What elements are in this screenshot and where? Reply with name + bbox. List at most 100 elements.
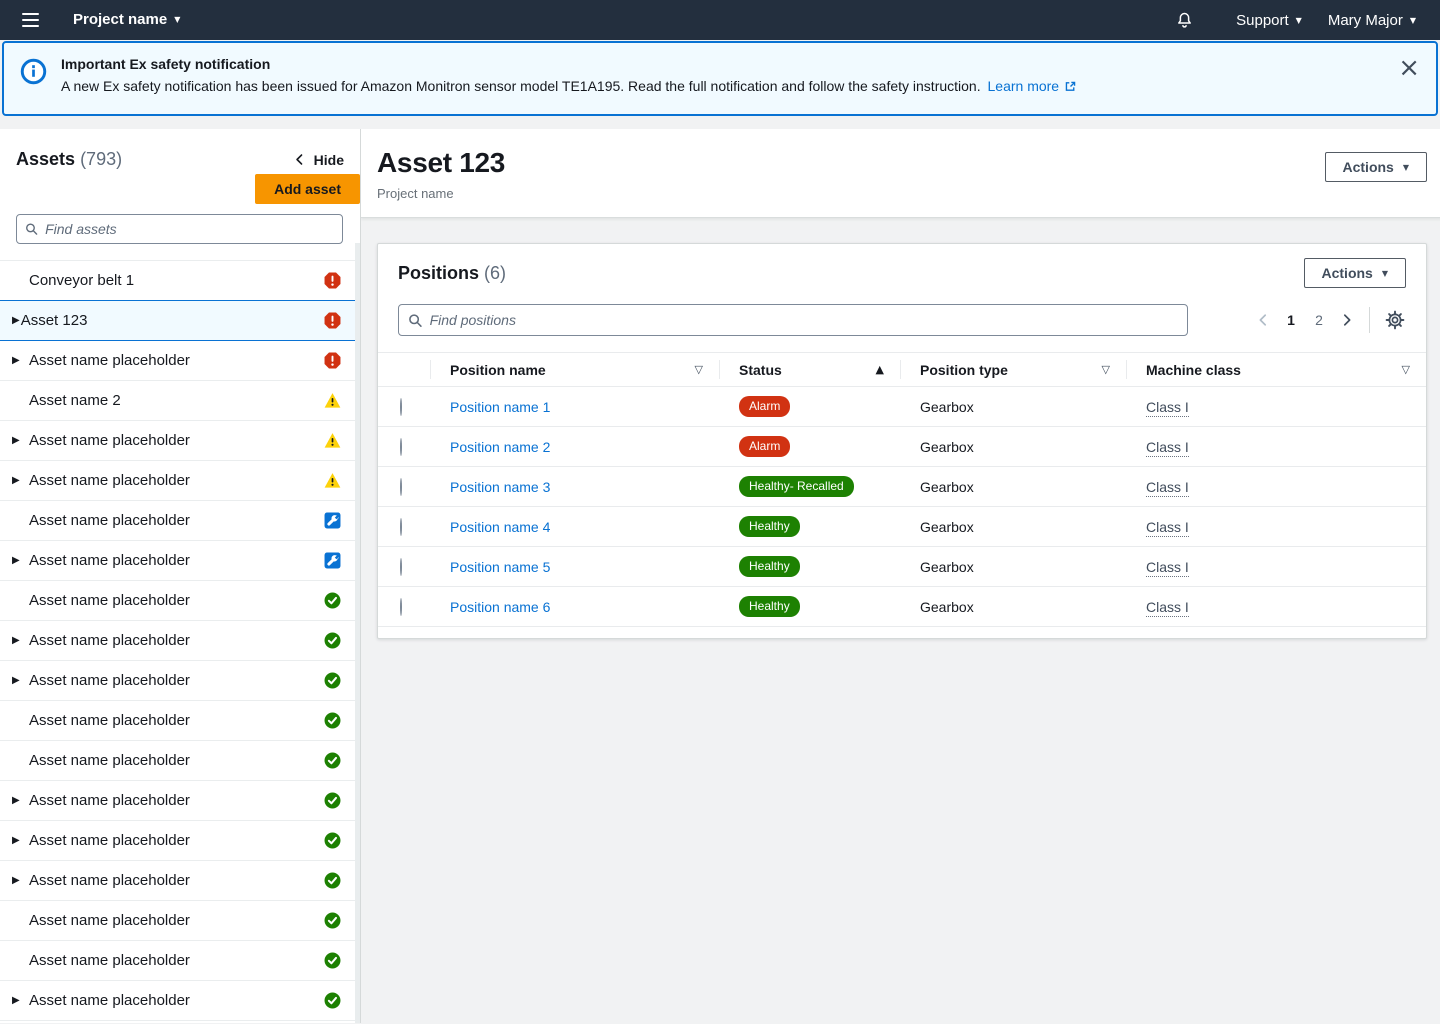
page-subtitle: Project name xyxy=(377,186,505,201)
find-assets-input[interactable] xyxy=(45,221,334,237)
position-name-link[interactable]: Position name 4 xyxy=(450,519,550,535)
machine-class[interactable]: Class I xyxy=(1146,559,1189,577)
asset-label: Asset name placeholder xyxy=(29,632,324,649)
expand-arrow-icon[interactable]: ▶ xyxy=(12,435,23,446)
hide-panel-button[interactable]: Hide xyxy=(293,152,344,168)
hamburger-menu-icon[interactable] xyxy=(14,7,47,33)
asset-label: Conveyor belt 1 xyxy=(29,272,324,289)
support-menu[interactable]: Support ▼ xyxy=(1230,8,1308,33)
pagination-previous-icon[interactable] xyxy=(1249,306,1277,334)
table-row: Position name 4 Healthy Gearbox Class I xyxy=(378,507,1426,547)
asset-list-item[interactable]: ▶ Asset name placeholder xyxy=(0,621,360,661)
row-radio[interactable] xyxy=(400,518,402,536)
asset-list-item[interactable]: ▶ Asset name placeholder xyxy=(0,821,360,861)
table-row: Position name 5 Healthy Gearbox Class I xyxy=(378,547,1426,587)
add-asset-button[interactable]: Add asset xyxy=(255,174,360,204)
project-name-menu[interactable]: Project name ▼ xyxy=(67,7,186,32)
row-radio[interactable] xyxy=(400,398,402,416)
position-name-link[interactable]: Position name 2 xyxy=(450,439,550,455)
row-radio[interactable] xyxy=(400,478,402,496)
search-icon xyxy=(408,313,423,328)
asset-list-item[interactable]: ▶ Conveyor belt 1 xyxy=(0,261,360,301)
row-radio[interactable] xyxy=(400,438,402,456)
sort-ascending-icon[interactable]: ▲ xyxy=(876,363,884,376)
asset-list-item[interactable]: ▶ Asset name placeholder xyxy=(0,941,360,981)
settings-gear-icon[interactable] xyxy=(1380,305,1410,335)
asset-list-item[interactable]: ▶ Asset name placeholder xyxy=(0,901,360,941)
learn-more-link[interactable]: Learn more xyxy=(988,78,1078,94)
row-radio[interactable] xyxy=(400,598,402,616)
asset-label: Asset name placeholder xyxy=(29,512,324,529)
column-header-machine-class[interactable]: Machine class▽ xyxy=(1126,353,1426,387)
expand-arrow-icon[interactable]: ▶ xyxy=(12,555,23,566)
support-label: Support xyxy=(1236,12,1289,29)
expand-arrow-icon[interactable]: ▶ xyxy=(12,675,23,686)
expand-arrow-icon[interactable]: ▶ xyxy=(12,635,23,646)
asset-list-item[interactable]: ▶ Asset name placeholder xyxy=(0,741,360,781)
asset-list-item[interactable]: ▶ Asset name placeholder xyxy=(0,661,360,701)
asset-list-item[interactable]: ▶ Asset name 2 xyxy=(0,381,360,421)
sort-icon[interactable]: ▽ xyxy=(1102,363,1110,376)
row-radio[interactable] xyxy=(400,558,402,576)
column-header-position-type[interactable]: Position type▽ xyxy=(900,353,1126,387)
positions-actions-button[interactable]: Actions ▼ xyxy=(1304,258,1407,288)
asset-list-item[interactable]: ▶ Asset name placeholder xyxy=(0,861,360,901)
expand-arrow-icon[interactable]: ▶ xyxy=(12,835,23,846)
expand-arrow-icon[interactable]: ▶ xyxy=(12,795,23,806)
position-name-link[interactable]: Position name 3 xyxy=(450,479,550,495)
chevron-left-icon xyxy=(293,153,306,166)
expand-arrow-icon[interactable]: ▶ xyxy=(12,875,23,886)
asset-list-item[interactable]: ▶ Asset name placeholder xyxy=(0,781,360,821)
user-menu[interactable]: Mary Major ▼ xyxy=(1322,8,1422,33)
green-check-healthy-icon xyxy=(324,832,341,849)
asset-list-item[interactable]: ▶ Asset name placeholder xyxy=(0,341,360,381)
notifications-bell-icon[interactable] xyxy=(1175,11,1194,30)
sort-icon[interactable]: ▽ xyxy=(695,363,703,376)
machine-class[interactable]: Class I xyxy=(1146,479,1189,497)
pagination-page-1[interactable]: 1 xyxy=(1277,306,1305,334)
green-check-healthy-icon xyxy=(324,952,341,969)
position-name-link[interactable]: Position name 5 xyxy=(450,559,550,575)
pagination-next-icon[interactable] xyxy=(1333,306,1361,334)
green-check-healthy-icon xyxy=(324,712,341,729)
project-name-label: Project name xyxy=(73,11,167,28)
position-name-link[interactable]: Position name 1 xyxy=(450,399,550,415)
asset-list-item[interactable]: ▶ Asset name placeholder xyxy=(0,541,360,581)
positions-panel: Positions (6) Actions ▼ xyxy=(377,243,1427,639)
expand-arrow-icon[interactable]: ▶ xyxy=(12,355,23,366)
expand-arrow-icon[interactable]: ▶ xyxy=(12,995,23,1006)
column-header-status[interactable]: Status▲ xyxy=(719,353,900,387)
expand-arrow-icon[interactable]: ▶ xyxy=(12,475,23,486)
machine-class[interactable]: Class I xyxy=(1146,519,1189,537)
find-positions-input[interactable] xyxy=(430,312,1178,328)
asset-list-item[interactable]: ▶ Asset name placeholder xyxy=(0,981,360,1021)
table-row: Position name 6 Healthy Gearbox Class I xyxy=(378,587,1426,627)
positions-count: (6) xyxy=(484,263,506,283)
expand-arrow-icon[interactable]: ▶ xyxy=(12,315,20,326)
blue-wrench-maintenance-icon xyxy=(324,552,341,569)
position-name-link[interactable]: Position name 6 xyxy=(450,599,550,615)
info-icon xyxy=(20,58,47,100)
machine-class[interactable]: Class I xyxy=(1146,599,1189,617)
green-check-healthy-icon xyxy=(324,632,341,649)
asset-label: Asset name placeholder xyxy=(29,352,324,369)
sidebar-scrollbar[interactable] xyxy=(355,243,360,1023)
asset-list-item[interactable]: ▶ Asset name placeholder xyxy=(0,701,360,741)
asset-list-item[interactable]: ▶ Asset 123 xyxy=(0,300,360,341)
sort-icon[interactable]: ▽ xyxy=(1402,363,1410,376)
asset-list-item[interactable]: ▶ Asset name placeholder xyxy=(0,581,360,621)
machine-class[interactable]: Class I xyxy=(1146,399,1189,417)
asset-list-item[interactable]: ▶ Asset name placeholder xyxy=(0,501,360,541)
asset-label: Asset name placeholder xyxy=(29,472,324,489)
red-octagon-exclamation-icon xyxy=(324,352,341,369)
asset-list-item[interactable]: ▶ Asset name placeholder xyxy=(0,421,360,461)
positions-title: Positions (6) xyxy=(398,263,506,284)
machine-class[interactable]: Class I xyxy=(1146,439,1189,457)
asset-label: Asset name 2 xyxy=(29,392,324,409)
asset-label: Asset name placeholder xyxy=(29,592,324,609)
close-icon[interactable]: × xyxy=(1398,55,1420,81)
asset-list-item[interactable]: ▶ Asset name placeholder xyxy=(0,461,360,501)
asset-actions-button[interactable]: Actions ▼ xyxy=(1325,152,1428,182)
column-header-position-name[interactable]: Position name▽ xyxy=(430,353,719,387)
pagination-page-2[interactable]: 2 xyxy=(1305,306,1333,334)
